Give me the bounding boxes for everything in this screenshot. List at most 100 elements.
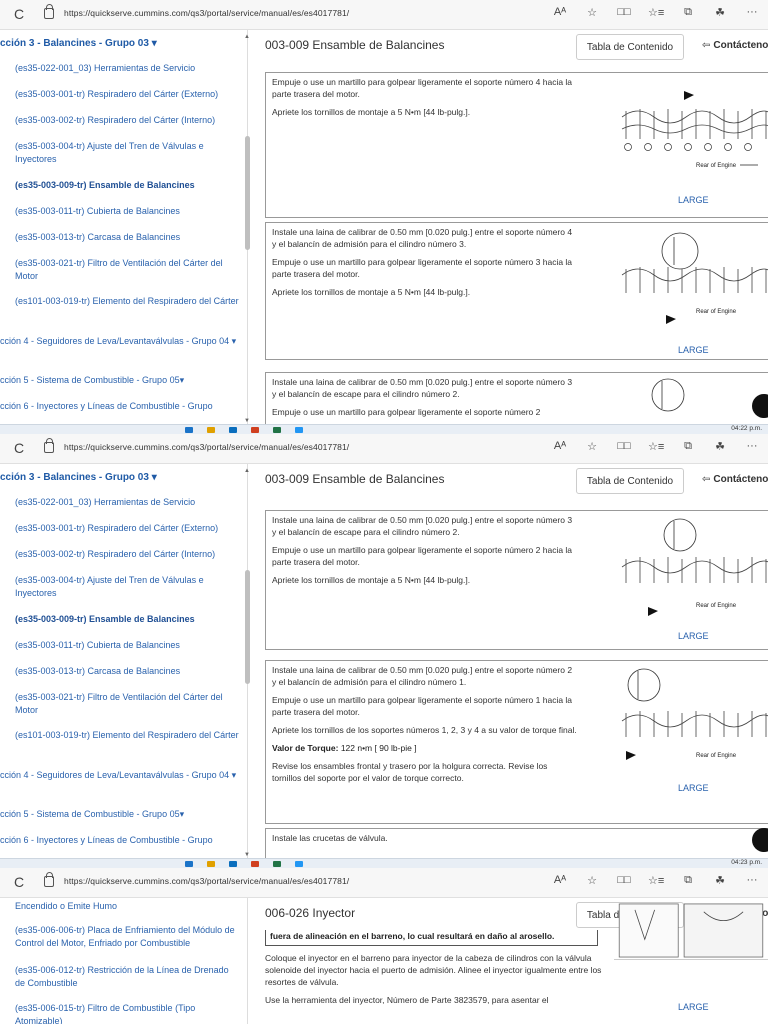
sidebar-item[interactable]: (es35-003-021-tr) Filtro de Ventilación … <box>15 691 239 717</box>
step-text: Instale las crucetas de válvula. <box>272 833 388 843</box>
sidebar-item[interactable]: (es35-006-006-tr) Placa de Enfriamiento … <box>15 924 239 950</box>
large-link[interactable]: LARGE <box>678 631 709 641</box>
lock-icon[interactable] <box>44 4 54 19</box>
favorite-icon[interactable]: ☆ <box>584 440 600 453</box>
sidebar-item[interactable]: (es35-003-002-tr) Respiradero del Cárter… <box>15 548 239 561</box>
sidebar-item[interactable]: (es35-003-013-tr) Carcasa de Balancines <box>15 665 239 678</box>
scroll-up-icon[interactable]: ▲ <box>244 468 250 474</box>
read-aloud-icon[interactable]: Aᴬ <box>552 6 568 19</box>
sidebar-section-5[interactable]: cción 5 - Sistema de Combustible - Grupo… <box>0 374 240 387</box>
favorite-icon[interactable]: ☆ <box>584 6 600 19</box>
extensions-icon[interactable]: ☘ <box>712 874 728 887</box>
url-text[interactable]: https://quickserve.cummins.com/qs3/porta… <box>64 8 349 18</box>
address-bar: C https://quickserve.cummins.com/qs3/por… <box>0 868 768 898</box>
sidebar-item[interactable]: Encendido o Emite Humo <box>15 900 239 913</box>
reload-icon[interactable]: C <box>14 440 24 456</box>
engine-figure[interactable]: Rear of Engine <box>618 515 768 625</box>
app-icon <box>229 861 237 867</box>
sidebar-section-6[interactable]: cción 6 - Inyectores y Líneas de Combust… <box>0 400 240 413</box>
rocker-figure-svg: Rear of Engine <box>621 91 768 169</box>
large-link[interactable]: LARGE <box>678 345 709 355</box>
app-icon <box>295 427 303 433</box>
app-icon <box>207 427 215 433</box>
favorites-list-icon[interactable]: ☆≡ <box>648 440 664 453</box>
sidebar-item[interactable]: (es35-022-001_03) Herramientas de Servic… <box>15 496 239 509</box>
engine-figure[interactable]: Rear of Engine <box>618 227 768 337</box>
sidebar-item[interactable]: (es35-003-021-tr) Filtro de Ventilación … <box>15 257 239 283</box>
injector-figure[interactable] <box>614 900 768 960</box>
read-aloud-icon[interactable]: Aᴬ <box>552 440 568 453</box>
favorites-list-icon[interactable]: ☆≡ <box>648 6 664 19</box>
page-title: 003-009 Ensamble de Balancines <box>265 472 445 486</box>
favorites-list-icon[interactable]: ☆≡ <box>648 874 664 887</box>
sidebar-item-active[interactable]: (es35-003-009-tr) Ensamble de Balancines <box>15 179 239 192</box>
scrollbar-thumb[interactable] <box>245 136 250 250</box>
svg-text:Rear of Engine: Rear of Engine <box>696 309 737 315</box>
sidebar-item[interactable]: (es101-003-019-tr) Elemento del Respirad… <box>15 295 239 308</box>
sidebar-item[interactable]: (es35-003-004-tr) Ajuste del Tren de Vál… <box>15 140 239 166</box>
sidebar-scrollbar[interactable]: ▲ ▼ <box>244 464 250 858</box>
url-text[interactable]: https://quickserve.cummins.com/qs3/porta… <box>64 442 349 452</box>
browser-tools: Aᴬ ☆ □□ ☆≡ ⧉ ☘ ··· <box>552 440 760 453</box>
sidebar-section-4[interactable]: cción 4 - Seguidores de Leva/Levantaválv… <box>0 769 240 782</box>
sidebar-section-3[interactable]: cción 3 - Balancines - Grupo 03 ▾ <box>0 472 157 483</box>
rocker-figure-svg: Rear of Engine <box>621 668 768 760</box>
sidebar-item[interactable]: (es35-003-011-tr) Cubierta de Balancines <box>15 639 239 652</box>
split-screen-icon[interactable]: □□ <box>616 440 632 453</box>
toc-button[interactable]: Tabla de Contenido <box>576 34 684 60</box>
sidebar-item[interactable]: (es35-003-001-tr) Respiradero del Cárter… <box>15 522 239 535</box>
sidebar-scrollbar[interactable]: ▲ ▼ <box>244 30 250 424</box>
split-screen-icon[interactable]: □□ <box>616 874 632 887</box>
collections-icon[interactable]: ⧉ <box>680 874 696 887</box>
step-text: Instale una laina de calibrar de 0.50 mm… <box>272 227 573 249</box>
sidebar-item[interactable]: (es35-006-012-tr) Restricción de la Líne… <box>15 964 239 990</box>
contact-button[interactable]: ⇦Contáctenos <box>702 40 768 51</box>
reload-icon[interactable]: C <box>14 6 24 22</box>
step-text: Coloque el inyector en el barreno para i… <box>265 953 602 987</box>
app-icon <box>207 861 215 867</box>
url-text[interactable]: https://quickserve.cummins.com/qs3/porta… <box>64 876 349 886</box>
contact-icon: ⇦ <box>702 40 711 51</box>
taskbar: 04:23 p.m. <box>0 858 768 868</box>
engine-figure[interactable]: Rear of Engine <box>618 77 768 187</box>
sidebar-section-4[interactable]: cción 4 - Seguidores de Leva/Levantaválv… <box>0 335 240 348</box>
sidebar-item[interactable]: (es35-022-001_03) Herramientas de Servic… <box>15 62 239 75</box>
large-link[interactable]: LARGE <box>678 1002 709 1012</box>
svg-text:Rear of Engine: Rear of Engine <box>696 753 737 759</box>
large-link[interactable]: LARGE <box>678 783 709 793</box>
sidebar-item[interactable]: (es101-003-019-tr) Elemento del Respirad… <box>15 729 239 742</box>
sidebar-section-5[interactable]: cción 5 - Sistema de Combustible - Grupo… <box>0 808 240 821</box>
app-icon <box>185 861 193 867</box>
favorite-icon[interactable]: ☆ <box>584 874 600 887</box>
more-icon[interactable]: ··· <box>744 874 760 887</box>
arrow-icon <box>684 91 694 100</box>
engine-figure[interactable]: Rear of Engine <box>618 665 768 775</box>
reload-icon[interactable]: C <box>14 874 24 890</box>
extensions-icon[interactable]: ☘ <box>712 6 728 19</box>
sidebar-section-6[interactable]: cción 6 - Inyectores y Líneas de Combust… <box>0 834 240 847</box>
page-title: 003-009 Ensamble de Balancines <box>265 38 445 52</box>
sidebar-item[interactable]: (es35-003-013-tr) Carcasa de Balancines <box>15 231 239 244</box>
toc-button[interactable]: Tabla de Contenido <box>576 468 684 494</box>
more-icon[interactable]: ··· <box>744 6 760 19</box>
gauge-figure[interactable] <box>650 377 686 413</box>
sidebar-item[interactable]: (es35-003-001-tr) Respiradero del Cárter… <box>15 88 239 101</box>
sidebar-item[interactable]: (es35-006-015-tr) Filtro de Combustible … <box>15 1002 239 1024</box>
more-icon[interactable]: ··· <box>744 440 760 453</box>
sidebar-item[interactable]: (es35-003-004-tr) Ajuste del Tren de Vál… <box>15 574 239 600</box>
read-aloud-icon[interactable]: Aᴬ <box>552 874 568 887</box>
contact-button[interactable]: ⇦Contáctenos <box>702 474 768 485</box>
scroll-up-icon[interactable]: ▲ <box>244 34 250 40</box>
scrollbar-thumb[interactable] <box>245 570 250 684</box>
split-screen-icon[interactable]: □□ <box>616 6 632 19</box>
collections-icon[interactable]: ⧉ <box>680 440 696 453</box>
collections-icon[interactable]: ⧉ <box>680 6 696 19</box>
sidebar-section-3[interactable]: cción 3 - Balancines - Grupo 03 ▾ <box>0 38 157 49</box>
lock-icon[interactable] <box>44 872 54 887</box>
sidebar-item[interactable]: (es35-003-002-tr) Respiradero del Cárter… <box>15 114 239 127</box>
sidebar-item-active[interactable]: (es35-003-009-tr) Ensamble de Balancines <box>15 613 239 626</box>
extensions-icon[interactable]: ☘ <box>712 440 728 453</box>
lock-icon[interactable] <box>44 438 54 453</box>
sidebar-item[interactable]: (es35-003-011-tr) Cubierta de Balancines <box>15 205 239 218</box>
large-link[interactable]: LARGE <box>678 195 709 205</box>
